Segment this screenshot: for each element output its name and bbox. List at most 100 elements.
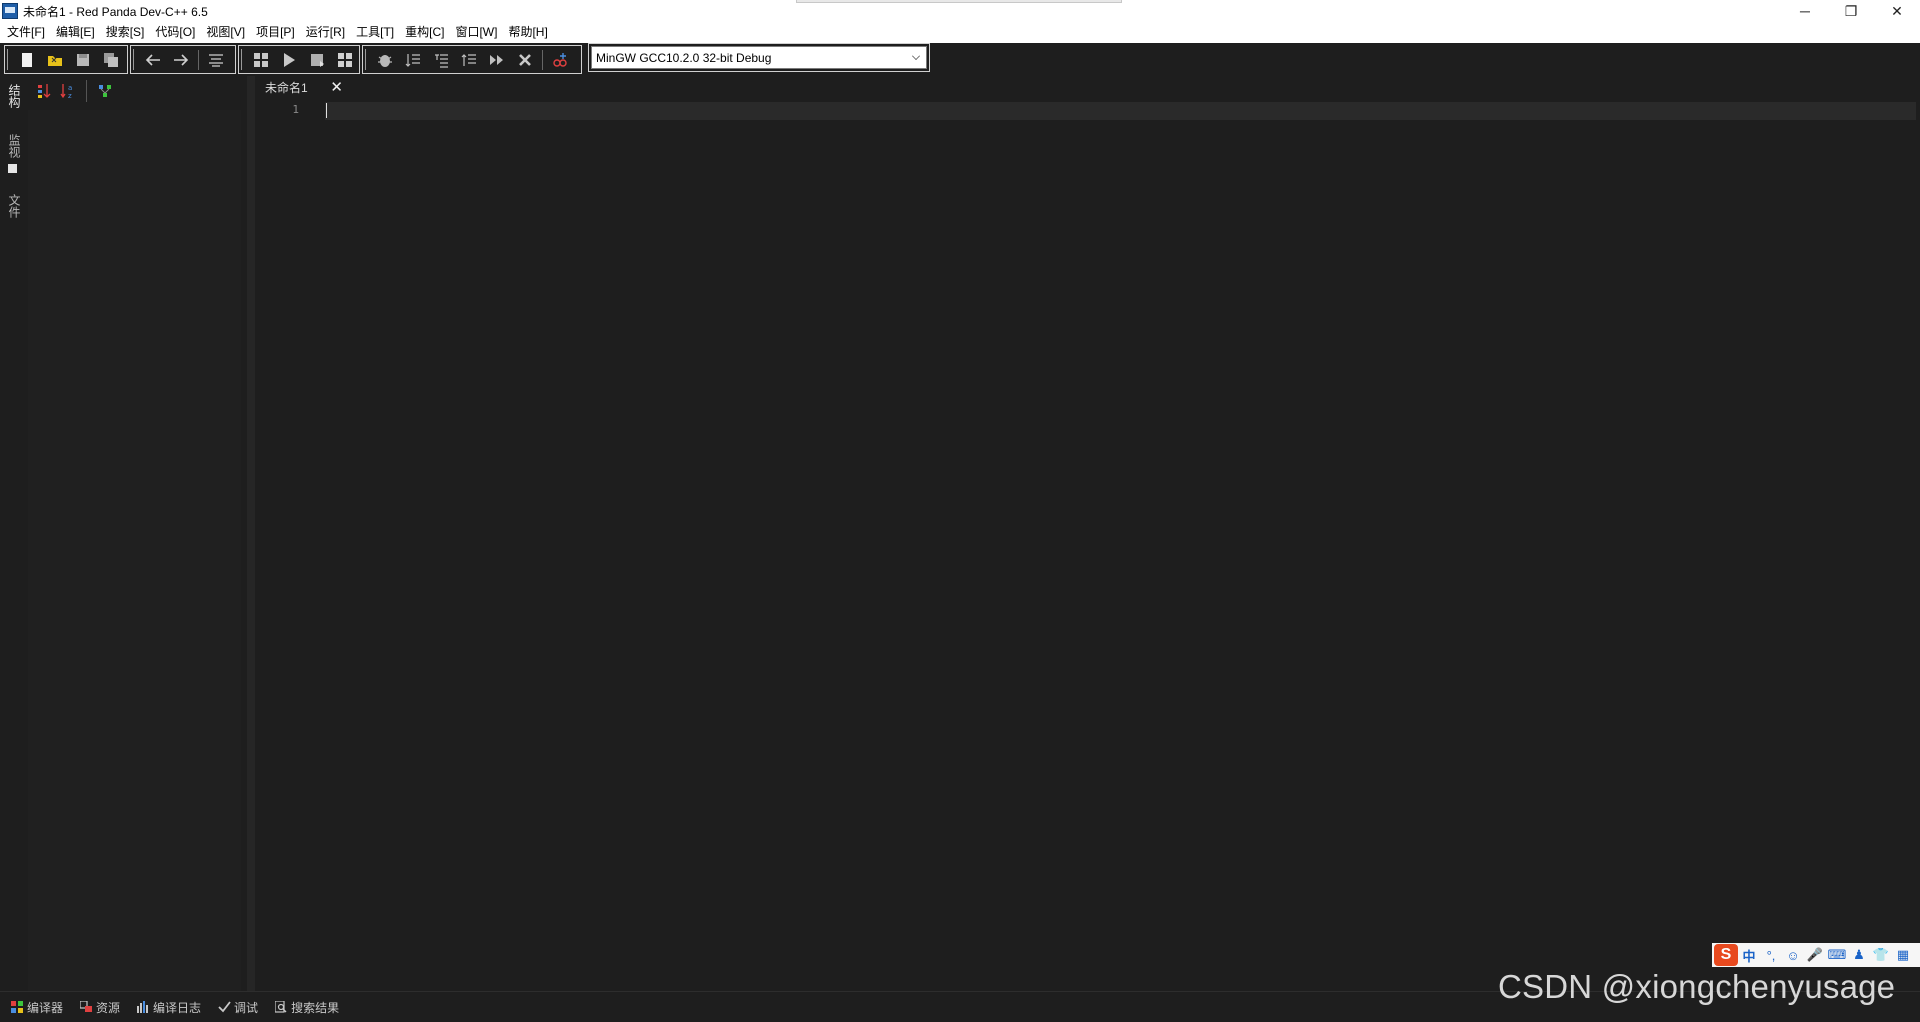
step-over-icon [405, 53, 420, 67]
menu-code[interactable]: 代码[O] [150, 22, 201, 43]
compiler-set-select[interactable]: MinGW GCC10.2.0 32-bit Debug [588, 43, 930, 72]
restore-button[interactable]: ❐ [1828, 0, 1874, 22]
build-toolbar [238, 45, 360, 74]
rebuild-button[interactable] [331, 47, 359, 73]
menu-project[interactable]: 项目[P] [251, 22, 301, 43]
save-all-button[interactable] [97, 47, 125, 73]
rebuild-icon [338, 52, 352, 67]
toolbar-grip[interactable] [365, 49, 367, 70]
class-browser-toolbar: az [26, 76, 247, 106]
menu-help[interactable]: 帮助[H] [503, 22, 553, 43]
code-editor[interactable]: 1 [255, 98, 1920, 991]
toolbar-grip[interactable] [241, 49, 243, 70]
menu-window[interactable]: 窗口[W] [450, 22, 503, 43]
sort-type-icon [38, 84, 51, 98]
menu-file[interactable]: 文件[F] [2, 22, 51, 43]
tab-compiler-label: 编译器 [27, 1000, 64, 1015]
sort-alpha-button[interactable]: az [56, 80, 80, 102]
compile-run-icon [311, 53, 324, 67]
toolbar-grip[interactable] [133, 49, 135, 70]
save-button[interactable] [69, 47, 97, 73]
tab-resources[interactable]: 资源 [79, 999, 120, 1016]
toolbar-separator [542, 49, 543, 70]
nav-toolbar [130, 45, 236, 74]
ime-user-icon[interactable]: ♟ [1848, 947, 1870, 963]
menu-search[interactable]: 搜索[S] [101, 22, 151, 43]
run-button[interactable] [275, 47, 303, 73]
panel-splitter[interactable] [247, 76, 255, 991]
close-window-button[interactable]: ✕ [1874, 0, 1920, 22]
compile-button[interactable] [247, 47, 275, 73]
ime-voice-icon[interactable]: 🎤 [1804, 947, 1826, 963]
menu-view[interactable]: 视图[V] [201, 22, 251, 43]
tab-debug[interactable]: 调试 [217, 999, 258, 1016]
step-out-icon [461, 53, 476, 66]
ime-emoji-icon[interactable]: ☺ [1782, 948, 1804, 963]
menu-bar: 文件[F] 编辑[E] 搜索[S] 代码[O] 视图[V] 项目[P] 运行[R… [0, 22, 1920, 43]
tab-search-results[interactable]: 搜索结果 [274, 999, 339, 1016]
format-button[interactable] [202, 47, 230, 73]
fast-forward-icon [490, 54, 503, 65]
minimize-button[interactable]: ─ [1782, 0, 1828, 22]
class-browser-tree[interactable] [28, 110, 241, 991]
tab-search-results-label: 搜索结果 [291, 1000, 340, 1015]
panel-separator [86, 80, 87, 102]
open-button[interactable] [41, 47, 69, 73]
bar-chart-icon [136, 1001, 150, 1013]
stop-x-icon [519, 53, 531, 66]
inherited-members-icon [99, 85, 111, 97]
line-number-gutter: 1 [255, 98, 325, 991]
tab-watch[interactable]: 监视 [6, 134, 23, 158]
menu-tools[interactable]: 工具[T] [351, 22, 400, 43]
ime-punctuation-icon[interactable]: °, [1760, 948, 1782, 963]
compile-run-button[interactable] [303, 47, 331, 73]
step-over-button[interactable] [399, 47, 427, 73]
tab-compile-log[interactable]: 编译日志 [136, 999, 201, 1016]
close-tab-icon[interactable]: ✕ [330, 78, 343, 96]
menu-refactor[interactable]: 重构[C] [400, 22, 450, 43]
ime-skin-icon[interactable]: 👕 [1870, 947, 1892, 963]
tab-files[interactable]: 文件 [6, 194, 23, 218]
menu-edit[interactable]: 编辑[E] [51, 22, 101, 43]
sort-by-type-button[interactable] [32, 80, 56, 102]
chevron-down-icon[interactable] [912, 52, 920, 60]
ime-logo-icon[interactable]: S [1714, 944, 1738, 966]
toolbar-grip[interactable] [7, 49, 9, 70]
step-into-button[interactable] [427, 47, 455, 73]
compiler-select-value: MinGW GCC10.2.0 32-bit Debug [596, 50, 772, 65]
ime-language-toggle[interactable]: 中 [1738, 946, 1760, 965]
show-inherited-button[interactable] [93, 80, 117, 102]
menu-run[interactable]: 运行[R] [301, 22, 351, 43]
stop-debug-button[interactable] [511, 47, 539, 73]
debug-button[interactable] [371, 47, 399, 73]
save-all-icon [104, 52, 118, 67]
format-code-icon [209, 53, 223, 67]
csdn-watermark: CSDN @xiongchenyusage [1498, 968, 1896, 1005]
compile-icon [254, 52, 268, 67]
back-button[interactable] [139, 47, 167, 73]
play-icon [284, 52, 295, 67]
editor-tab-untitled1[interactable]: 未命名1 ✕ [259, 76, 349, 98]
title-bar: 未命名1 - Red Panda Dev-C++ 6.5 ─ ❐ ✕ [0, 0, 1920, 22]
toolbar-separator [198, 49, 199, 70]
compiler-icon [10, 1001, 24, 1013]
editor-area: 未命名1 ✕ 1 [255, 76, 1920, 991]
new-file-button[interactable] [13, 47, 41, 73]
step-out-button[interactable] [455, 47, 483, 73]
left-tab-strip: 结构 监视 文件 [0, 76, 26, 991]
tab-compiler[interactable]: 编译器 [10, 999, 63, 1016]
arrow-right-icon [174, 53, 189, 66]
watch-indicator-icon [8, 164, 17, 173]
ime-keyboard-icon[interactable]: ⌨ [1826, 947, 1848, 963]
forward-button[interactable] [167, 47, 195, 73]
new-file-icon [22, 52, 32, 67]
save-icon [77, 53, 89, 66]
compiler-select-box[interactable]: MinGW GCC10.2.0 32-bit Debug [591, 46, 927, 69]
class-browser-panel: az [26, 76, 247, 991]
tab-resources-label: 资源 [96, 1000, 121, 1015]
ime-menu-icon[interactable]: ▦ [1892, 947, 1914, 963]
bug-icon [378, 54, 392, 67]
tab-structure[interactable]: 结构 [6, 84, 23, 108]
continue-button[interactable] [483, 47, 511, 73]
add-watch-button[interactable] [546, 47, 574, 73]
